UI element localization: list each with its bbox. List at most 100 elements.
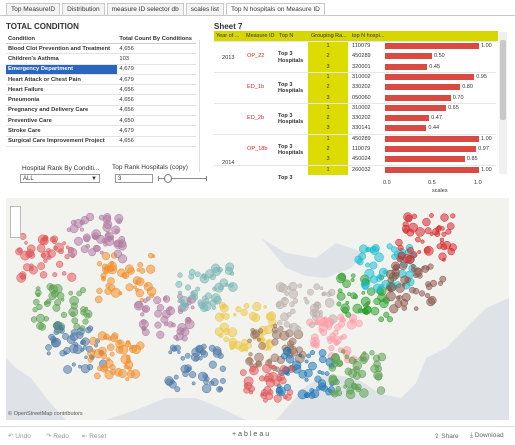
hospital-marker[interactable]	[405, 255, 415, 265]
hospital-marker[interactable]	[106, 236, 112, 243]
hospital-marker[interactable]	[383, 311, 390, 318]
hospital-marker[interactable]	[62, 241, 67, 245]
hospital-marker[interactable]	[352, 303, 363, 314]
hospital-marker[interactable]	[279, 377, 287, 385]
hospital-marker[interactable]	[309, 350, 316, 356]
hospital-marker[interactable]	[154, 309, 162, 318]
hospital-marker[interactable]	[335, 386, 341, 392]
hospital-marker[interactable]	[352, 371, 361, 380]
hospital-marker[interactable]	[190, 305, 195, 310]
hospital-marker[interactable]	[219, 365, 227, 372]
hospital-id[interactable]: 110079	[352, 146, 370, 152]
hospital-marker[interactable]	[432, 228, 440, 236]
hospital-marker[interactable]	[363, 303, 369, 309]
hospital-marker[interactable]	[162, 296, 168, 301]
hospital-marker[interactable]	[264, 372, 274, 382]
hospital-marker[interactable]	[52, 338, 57, 343]
hospital-marker[interactable]	[422, 217, 431, 227]
hospital-marker[interactable]	[177, 299, 182, 303]
hospital-marker[interactable]	[304, 391, 311, 398]
hospital-marker[interactable]	[64, 254, 70, 260]
top-rank-slider-handle[interactable]	[164, 174, 172, 183]
hospital-marker[interactable]	[88, 248, 97, 257]
hospital-marker[interactable]	[418, 290, 426, 297]
hospital-marker[interactable]	[341, 318, 346, 323]
hospital-rank-dropdown[interactable]: ALL ▼	[20, 174, 100, 183]
hospital-marker[interactable]	[79, 227, 84, 232]
hospital-marker[interactable]	[135, 288, 144, 298]
condition-name[interactable]: Surgical Care Improvement Project	[6, 136, 118, 147]
hospital-marker[interactable]	[109, 351, 115, 357]
hospital-marker[interactable]	[263, 398, 268, 403]
hospital-marker[interactable]	[109, 364, 116, 371]
hospital-marker[interactable]	[191, 381, 196, 386]
col-header-top-n[interactable]: Top N	[279, 31, 307, 41]
hospital-marker[interactable]	[365, 262, 371, 268]
hospital-marker[interactable]	[341, 306, 349, 314]
hospital-marker[interactable]	[342, 279, 351, 289]
hospital-marker[interactable]	[194, 271, 201, 278]
hospital-marker[interactable]	[114, 213, 124, 223]
hospital-marker[interactable]	[423, 246, 431, 254]
hospital-id[interactable]: 260032	[352, 167, 371, 173]
reset-button[interactable]: ⇤ Reset	[82, 432, 106, 440]
hospital-marker[interactable]	[133, 300, 144, 311]
hospital-marker[interactable]	[258, 342, 266, 350]
hospital-marker[interactable]	[304, 377, 309, 382]
hospital-marker[interactable]	[395, 238, 403, 247]
hospital-marker[interactable]	[310, 303, 320, 313]
hospital-marker[interactable]	[67, 247, 78, 258]
hospital-marker[interactable]	[277, 320, 283, 326]
hospital-marker[interactable]	[427, 263, 434, 270]
hospital-marker[interactable]	[82, 318, 89, 325]
hospital-marker[interactable]	[202, 295, 208, 301]
hospital-marker[interactable]	[401, 292, 411, 302]
hospital-marker[interactable]	[84, 306, 89, 311]
hospital-marker[interactable]	[125, 283, 134, 292]
hospital-marker[interactable]	[347, 292, 352, 297]
hospital-marker[interactable]	[275, 386, 283, 394]
hospital-marker[interactable]	[94, 372, 101, 380]
hospital-marker[interactable]	[223, 313, 230, 320]
score-bar[interactable]	[385, 84, 461, 91]
hospital-marker[interactable]	[385, 291, 396, 302]
hospital-marker[interactable]	[351, 273, 356, 278]
hospital-marker[interactable]	[30, 316, 38, 323]
condition-name[interactable]: Emergency Department	[6, 64, 118, 75]
hospital-marker[interactable]	[243, 303, 250, 309]
hospital-marker[interactable]	[209, 380, 215, 386]
hospital-marker[interactable]	[224, 266, 233, 275]
hospital-marker[interactable]	[33, 298, 40, 306]
hospital-marker[interactable]	[168, 350, 173, 355]
hospital-id[interactable]: 330202	[352, 84, 371, 90]
hospital-marker[interactable]	[348, 357, 356, 365]
score-bar[interactable]	[385, 115, 430, 122]
condition-row[interactable]: Heart Failure 4,656	[6, 84, 196, 96]
col-header-measure-id[interactable]: Measure ID	[246, 31, 276, 41]
hospital-marker[interactable]	[248, 311, 258, 321]
hospital-marker[interactable]	[84, 355, 88, 360]
hospital-marker[interactable]	[101, 275, 106, 280]
score-bar[interactable]	[385, 135, 479, 142]
hospital-marker[interactable]	[245, 342, 252, 349]
hospital-marker[interactable]	[318, 382, 327, 391]
hospital-marker[interactable]	[48, 291, 57, 300]
hospital-marker[interactable]	[80, 309, 87, 316]
hospital-marker[interactable]	[329, 335, 336, 342]
hospital-marker[interactable]	[78, 364, 82, 369]
hospital-marker[interactable]	[61, 271, 67, 276]
hospital-marker[interactable]	[104, 370, 114, 380]
hospital-marker[interactable]	[337, 288, 343, 294]
hospital-marker[interactable]	[335, 339, 340, 344]
hospital-marker[interactable]	[436, 243, 443, 250]
hospital-marker[interactable]	[249, 366, 256, 373]
condition-row[interactable]: Stroke Care 4,679	[6, 125, 196, 137]
condition-name[interactable]: Children's Asthma	[6, 53, 118, 65]
hospital-marker[interactable]	[276, 326, 283, 333]
hospital-marker[interactable]	[401, 305, 408, 311]
hospital-marker[interactable]	[89, 336, 98, 346]
hospital-marker[interactable]	[96, 261, 103, 267]
hospital-marker[interactable]	[344, 354, 350, 360]
hospital-marker[interactable]	[142, 298, 148, 304]
hospital-marker[interactable]	[355, 319, 363, 328]
